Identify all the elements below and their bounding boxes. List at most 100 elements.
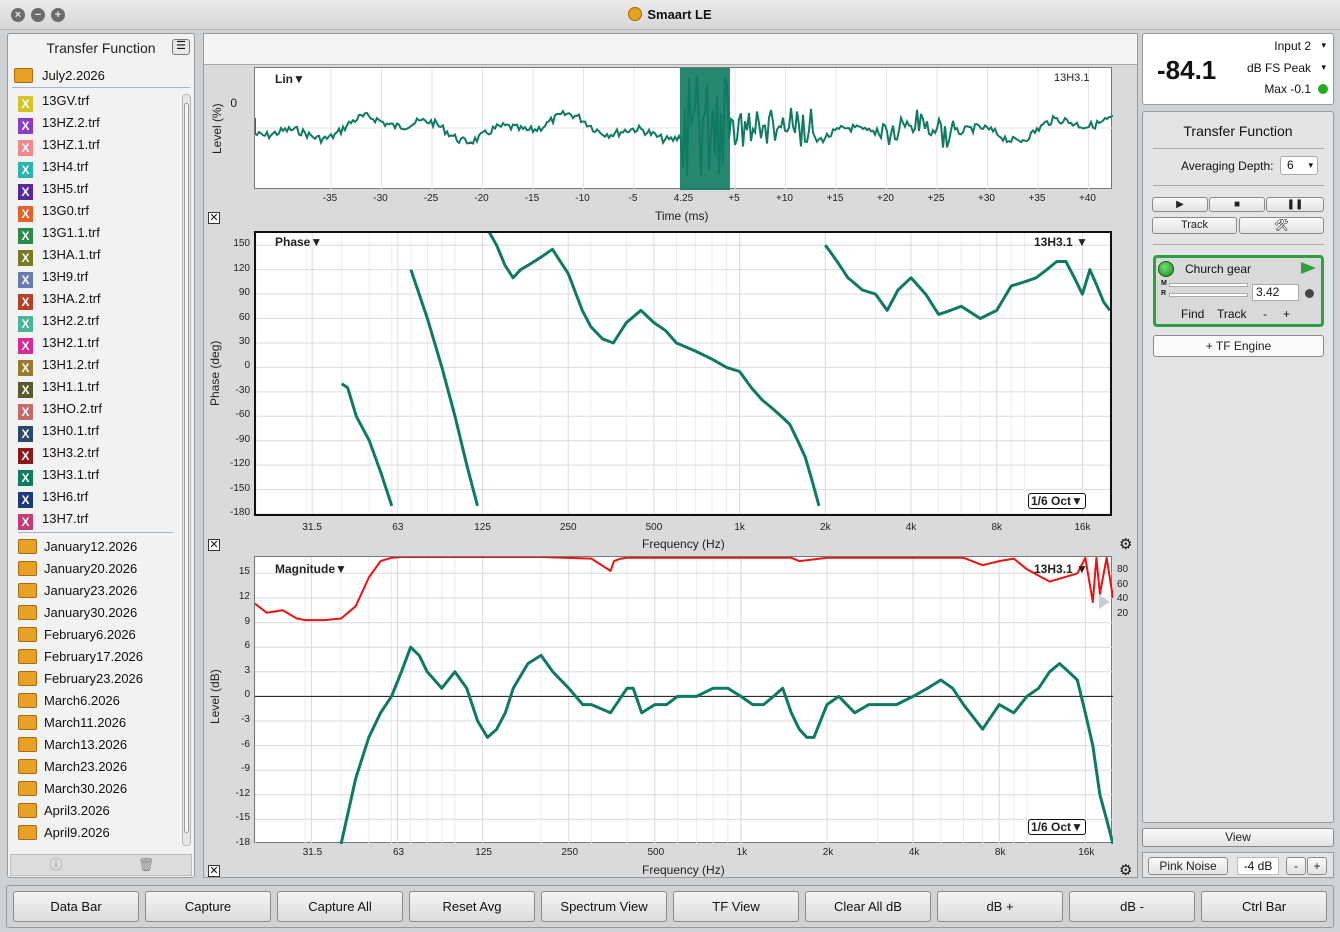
file-item[interactable]: X 13GV.trf bbox=[18, 90, 89, 112]
find-delay-button[interactable]: Find bbox=[1181, 307, 1204, 321]
input-selector[interactable]: Input 2 bbox=[1274, 39, 1311, 53]
tf-view-button[interactable]: TF View bbox=[673, 891, 799, 922]
sidebar-scrollbar[interactable] bbox=[182, 94, 191, 846]
capture-all-button[interactable]: Capture All bbox=[277, 891, 403, 922]
info-icon[interactable]: ⓘ bbox=[11, 855, 101, 875]
file-item[interactable]: X 13G0.trf bbox=[18, 200, 89, 222]
play-button[interactable]: ▶ bbox=[1152, 197, 1208, 212]
trf-file-icon: X bbox=[18, 228, 33, 244]
db-button[interactable]: dB + bbox=[937, 891, 1063, 922]
file-item[interactable]: X 13G1.1.trf bbox=[18, 222, 100, 244]
magnitude-mode-selector[interactable]: Magnitude▼ bbox=[275, 562, 347, 576]
pink-noise-button[interactable]: Pink Noise bbox=[1148, 857, 1228, 875]
folder-icon bbox=[18, 649, 37, 664]
delay-minus-button[interactable]: - bbox=[1263, 307, 1267, 321]
file-item[interactable]: X 13HA.2.trf bbox=[18, 288, 101, 310]
phase-smoothing-selector[interactable]: 1/6 Oct▼ bbox=[1028, 493, 1086, 509]
file-item[interactable]: X 13H6.trf bbox=[18, 486, 88, 508]
file-item[interactable]: X 13H9.trf bbox=[18, 266, 88, 288]
data-bar-button[interactable]: Data Bar bbox=[13, 891, 139, 922]
file-item[interactable]: X 13H2.1.trf bbox=[18, 332, 99, 354]
magnitude-smoothing-selector[interactable]: 1/6 Oct▼ bbox=[1028, 819, 1086, 835]
generator-bar: Pink Noise -4 dB - + bbox=[1142, 852, 1334, 878]
folder-icon bbox=[18, 737, 37, 752]
averaging-select[interactable]: 6 ▾ bbox=[1280, 156, 1318, 175]
folder-item[interactable]: March30.2026 bbox=[18, 778, 127, 800]
file-item[interactable]: X 13H1.1.trf bbox=[18, 376, 99, 398]
track-delay-button[interactable]: Track bbox=[1217, 307, 1247, 321]
ir-x-tick: -25 bbox=[423, 193, 439, 204]
folder-name: February17.2026 bbox=[44, 649, 144, 664]
pause-button[interactable]: ❚❚ bbox=[1266, 197, 1324, 212]
sidebar-menu-icon[interactable]: ☰ bbox=[172, 39, 190, 55]
magnitude-settings-gear-icon[interactable]: ⚙ bbox=[1119, 863, 1132, 878]
folder-item[interactable]: January30.2026 bbox=[18, 602, 137, 624]
folder-item[interactable]: April3.2026 bbox=[18, 800, 110, 822]
file-item[interactable]: X 13HO.2.trf bbox=[18, 398, 102, 420]
close-ir-plot-icon[interactable]: ✕ bbox=[208, 212, 220, 224]
meter-r-label: R bbox=[1161, 290, 1167, 297]
file-item[interactable]: X 13HZ.2.trf bbox=[18, 112, 100, 134]
unit-dropdown-icon[interactable]: ▾ bbox=[1321, 62, 1326, 73]
capture-button[interactable]: Capture bbox=[145, 891, 271, 922]
tools-button[interactable]: 🛠 bbox=[1239, 217, 1324, 234]
file-item[interactable]: X 13H1.2.trf bbox=[18, 354, 99, 376]
open-folder-label: July2.2026 bbox=[42, 68, 105, 83]
sidebar-scroll-thumb[interactable] bbox=[184, 103, 189, 833]
folder-item[interactable]: April9.2026 bbox=[18, 822, 110, 844]
file-item[interactable]: X 13H2.2.trf bbox=[18, 310, 99, 332]
close-magnitude-plot-icon[interactable]: ✕ bbox=[208, 865, 220, 877]
ir-mode-selector[interactable]: Lin▼ bbox=[275, 72, 305, 86]
pink-noise-level[interactable]: -4 dB bbox=[1237, 857, 1279, 875]
close-phase-plot-icon[interactable]: ✕ bbox=[208, 539, 220, 551]
file-item[interactable]: X 13H3.2.trf bbox=[18, 442, 99, 464]
spectrum-view-button[interactable]: Spectrum View bbox=[541, 891, 667, 922]
engine-play-icon[interactable] bbox=[1301, 262, 1316, 274]
phase-settings-gear-icon[interactable]: ⚙ bbox=[1119, 537, 1132, 552]
tf-engine-card[interactable]: Church gear M R 3.42 Find Track - + bbox=[1153, 255, 1324, 327]
ir-x-tick: -20 bbox=[474, 193, 489, 204]
folder-item[interactable]: March13.2026 bbox=[18, 734, 127, 756]
reset-avg-button[interactable]: Reset Avg bbox=[409, 891, 535, 922]
delay-input[interactable]: 3.42 bbox=[1252, 284, 1299, 301]
folder-item[interactable]: February6.2026 bbox=[18, 624, 136, 646]
folder-item[interactable]: March6.2026 bbox=[18, 690, 120, 712]
track-button[interactable]: Track bbox=[1152, 217, 1237, 234]
open-folder-row[interactable]: July2.2026 bbox=[12, 64, 190, 88]
file-name: 13HZ.1.trf bbox=[42, 137, 100, 152]
file-item[interactable]: X 13H4.trf bbox=[18, 156, 88, 178]
phase-mode-selector[interactable]: Phase▼ bbox=[275, 235, 322, 249]
phase-x-tick: 8k bbox=[991, 522, 1002, 533]
file-item[interactable]: X 13H0.1.trf bbox=[18, 420, 99, 442]
file-item[interactable]: X 13HA.1.trf bbox=[18, 244, 101, 266]
view-button[interactable]: View bbox=[1142, 828, 1334, 847]
folder-item[interactable]: February17.2026 bbox=[18, 646, 143, 668]
ctrl-bar-button[interactable]: Ctrl Bar bbox=[1201, 891, 1327, 922]
file-item[interactable]: X 13H7.trf bbox=[18, 508, 88, 530]
input-dropdown-icon[interactable]: ▾ bbox=[1321, 40, 1326, 51]
file-name: 13H5.trf bbox=[42, 181, 89, 196]
delay-plus-button[interactable]: + bbox=[1283, 307, 1290, 321]
add-tf-engine-button[interactable]: + TF Engine bbox=[1153, 335, 1324, 357]
folder-item[interactable]: January23.2026 bbox=[18, 580, 137, 602]
clear-all-db-button[interactable]: Clear All dB bbox=[805, 891, 931, 922]
impulse-plot[interactable] bbox=[254, 67, 1114, 190]
file-item[interactable]: X 13HZ.1.trf bbox=[18, 134, 100, 156]
phase-plot[interactable] bbox=[254, 228, 1112, 516]
coherence-scale-handle-icon[interactable] bbox=[1099, 595, 1110, 609]
engine-on-indicator[interactable] bbox=[1158, 261, 1174, 277]
folder-item[interactable]: March11.2026 bbox=[18, 712, 126, 734]
noise-plus-button[interactable]: + bbox=[1307, 857, 1327, 875]
file-item[interactable]: X 13H5.trf bbox=[18, 178, 88, 200]
folder-item[interactable]: January20.2026 bbox=[18, 558, 137, 580]
db-button[interactable]: dB - bbox=[1069, 891, 1195, 922]
folder-item[interactable]: March23.2026 bbox=[18, 756, 127, 778]
magnitude-plot[interactable] bbox=[254, 556, 1115, 845]
file-item[interactable]: X 13H3.1.trf bbox=[18, 464, 99, 486]
meter-unit-selector[interactable]: dB FS Peak bbox=[1247, 61, 1311, 75]
trash-icon[interactable]: 🗑 bbox=[101, 855, 191, 875]
noise-minus-button[interactable]: - bbox=[1286, 857, 1306, 875]
stop-button[interactable]: ■ bbox=[1209, 197, 1265, 212]
folder-item[interactable]: January12.2026 bbox=[18, 536, 137, 558]
folder-item[interactable]: February23.2026 bbox=[18, 668, 143, 690]
